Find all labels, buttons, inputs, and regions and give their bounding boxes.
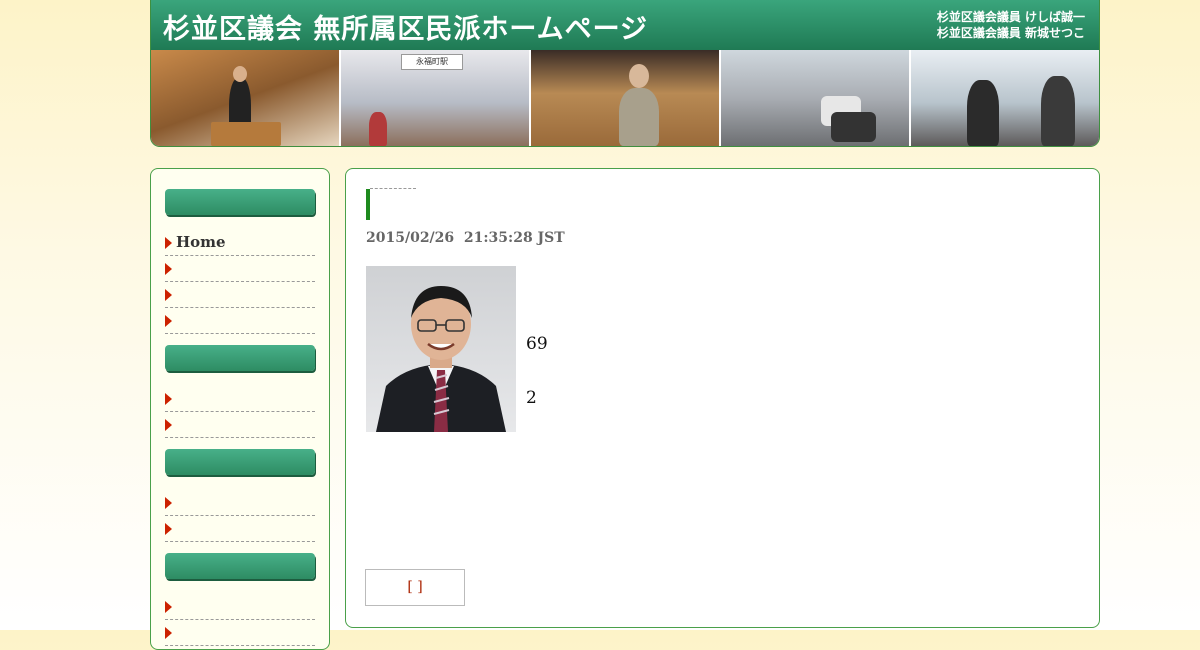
sidebar-item[interactable] [165,516,315,542]
site-title[interactable]: 杉並区議会 無所属区民派ホームページ [163,7,648,46]
sidebar-item[interactable] [165,282,315,308]
arrow-right-icon [165,627,172,639]
sidebar-item[interactable] [165,308,315,334]
campaign-photo [911,50,1099,146]
arrow-right-icon [165,497,172,509]
sidebar-section-button-3[interactable] [165,449,315,475]
header-photo-strip: 永福町駅 [151,50,1099,146]
sidebar-item[interactable] [165,412,315,438]
arrow-right-icon [165,263,172,275]
sidebar-section-button-1[interactable] [165,189,315,215]
post-title-marker [366,189,370,220]
arrow-right-icon [165,419,172,431]
sidebar-item-home[interactable]: Home [165,230,315,256]
sidebar-item[interactable] [165,594,315,620]
street-photo [721,50,911,146]
portrait-illustration [376,286,506,432]
post-title-divider [370,188,416,189]
sidebar-section-button-2[interactable] [165,345,315,371]
arrow-right-icon [165,315,172,327]
main-content: 2015/02/26 21:35:28 JST 69 2 [ ] [345,168,1100,628]
sidebar-item-label: Home [176,233,226,251]
sidebar-item[interactable] [165,620,315,646]
arrow-right-icon [165,393,172,405]
council-speaker-photo [531,50,721,146]
arrow-right-icon [165,523,172,535]
arrow-right-icon [165,237,172,249]
station-photo: 永福町駅 [341,50,531,146]
portrait-photo [366,266,516,432]
post-date: 2015/02/26 21:35:28 JST [366,230,565,246]
post-text-line-2: 2 [526,388,537,408]
arrow-right-icon [165,601,172,613]
council-speech-photo [151,50,341,146]
sidebar-section-button-4[interactable] [165,553,315,579]
title-bar: 杉並区議会 無所属区民派ホームページ 杉並区議会議員 けしば誠一 杉並区議会議員… [151,0,1099,50]
post-link-button[interactable]: [ ] [365,569,465,606]
site-header: 杉並区議会 無所属区民派ホームページ 杉並区議会議員 けしば誠一 杉並区議会議員… [150,0,1100,147]
post-text-line-1: 69 [526,334,548,354]
sidebar-item[interactable] [165,386,315,412]
station-sign: 永福町駅 [401,54,463,70]
arrow-right-icon [165,289,172,301]
sidebar-item[interactable] [165,256,315,282]
sidebar: Home [150,168,330,650]
member-name-1: 杉並区議会議員 けしば誠一 [936,10,1085,24]
member-name-2: 杉並区議会議員 新城せつこ [936,26,1085,40]
sidebar-item[interactable] [165,490,315,516]
member-names: 杉並区議会議員 けしば誠一 杉並区議会議員 新城せつこ [937,9,1085,41]
